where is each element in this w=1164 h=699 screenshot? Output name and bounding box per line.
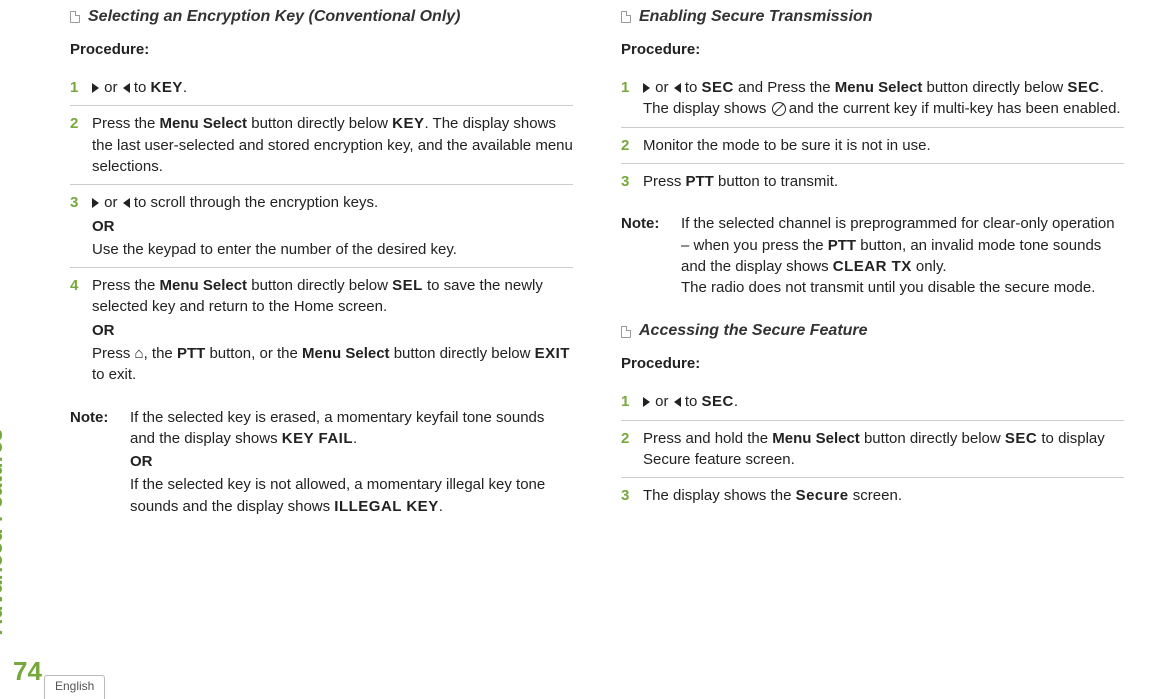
step: 1 or to SEC. bbox=[621, 384, 1124, 420]
step-number: 2 bbox=[621, 428, 629, 449]
section-heading: Enabling Secure Transmission bbox=[621, 6, 1124, 29]
section-title: Accessing the Secure Feature bbox=[639, 320, 868, 343]
topic-icon bbox=[621, 11, 631, 23]
step-text: Press the Menu Select button directly be… bbox=[92, 275, 573, 385]
step-text: or to KEY. bbox=[92, 77, 573, 98]
step-number: 4 bbox=[70, 275, 78, 296]
section-title: Selecting an Encryption Key (Conventiona… bbox=[88, 6, 461, 29]
procedure-label: Procedure: bbox=[621, 353, 1124, 374]
home-icon: ⌂ bbox=[135, 343, 144, 364]
left-column: Selecting an Encryption Key (Conventiona… bbox=[70, 6, 573, 517]
note-body: If the selected key is erased, a momenta… bbox=[130, 407, 573, 517]
step-number: 3 bbox=[70, 192, 78, 213]
nav-left-icon bbox=[674, 397, 681, 407]
page-number: 74 bbox=[13, 656, 42, 687]
step: 2 Press the Menu Select button directly … bbox=[70, 106, 573, 185]
note-body: If the selected channel is preprogrammed… bbox=[681, 213, 1124, 298]
nav-right-icon bbox=[643, 397, 650, 407]
procedure-steps: 1 or to SEC. 2 Press and hold the Menu S… bbox=[621, 384, 1124, 513]
step: 2 Press and hold the Menu Select button … bbox=[621, 421, 1124, 479]
section-heading: Selecting an Encryption Key (Conventiona… bbox=[70, 6, 573, 29]
content-columns: Selecting an Encryption Key (Conventiona… bbox=[70, 0, 1124, 517]
section-heading: Accessing the Secure Feature bbox=[621, 320, 1124, 343]
nav-left-icon bbox=[123, 83, 130, 93]
nav-right-icon bbox=[643, 83, 650, 93]
step-number: 3 bbox=[621, 485, 629, 506]
nav-right-icon bbox=[92, 83, 99, 93]
right-column: Enabling Secure Transmission Procedure: … bbox=[621, 6, 1124, 517]
step-text: or to SEC. bbox=[643, 391, 1124, 412]
note-label: Note: bbox=[70, 407, 118, 517]
nav-left-icon bbox=[123, 198, 130, 208]
step: 2 Monitor the mode to be sure it is not … bbox=[621, 128, 1124, 164]
step: 3 or to scroll through the encryption ke… bbox=[70, 185, 573, 268]
nav-right-icon bbox=[92, 198, 99, 208]
step-number: 2 bbox=[621, 135, 629, 156]
step-number: 1 bbox=[621, 391, 629, 412]
procedure-label: Procedure: bbox=[70, 39, 573, 60]
chapter-side-label: Advanced Features bbox=[0, 429, 8, 635]
step-text: Press the Menu Select button directly be… bbox=[92, 113, 573, 177]
note-block: Note: If the selected channel is preprog… bbox=[621, 213, 1124, 298]
step: 3 The display shows the Secure screen. bbox=[621, 478, 1124, 513]
manual-page: Advanced Features 74 English Selecting a… bbox=[0, 0, 1164, 695]
language-tab: English bbox=[44, 675, 105, 699]
topic-icon bbox=[621, 326, 631, 338]
unsecure-icon bbox=[771, 101, 785, 115]
step-text: or to scroll through the encryption keys… bbox=[92, 192, 573, 260]
step: 3 Press PTT button to transmit. bbox=[621, 164, 1124, 199]
procedure-label: Procedure: bbox=[621, 39, 1124, 60]
note-label: Note: bbox=[621, 213, 669, 298]
nav-left-icon bbox=[674, 83, 681, 93]
step-number: 1 bbox=[621, 77, 629, 98]
step-text: Monitor the mode to be sure it is not in… bbox=[643, 135, 1124, 156]
step: 1 or to SEC and Press the Menu Select bu… bbox=[621, 70, 1124, 128]
step-number: 1 bbox=[70, 77, 78, 98]
step: 1 or to KEY. bbox=[70, 70, 573, 106]
procedure-steps: 1 or to SEC and Press the Menu Select bu… bbox=[621, 70, 1124, 199]
note-block: Note: If the selected key is erased, a m… bbox=[70, 407, 573, 517]
topic-icon bbox=[70, 11, 80, 23]
step-number: 3 bbox=[621, 171, 629, 192]
step-text: Press PTT button to transmit. bbox=[643, 171, 1124, 192]
procedure-steps: 1 or to KEY. 2 Press the Menu Select but… bbox=[70, 70, 573, 393]
step-text: or to SEC and Press the Menu Select butt… bbox=[643, 77, 1124, 120]
step-text: Press and hold the Menu Select button di… bbox=[643, 428, 1124, 471]
section-title: Enabling Secure Transmission bbox=[639, 6, 873, 29]
step-number: 2 bbox=[70, 113, 78, 134]
step: 4 Press the Menu Select button directly … bbox=[70, 268, 573, 392]
step-text: The display shows the Secure screen. bbox=[643, 485, 1124, 506]
